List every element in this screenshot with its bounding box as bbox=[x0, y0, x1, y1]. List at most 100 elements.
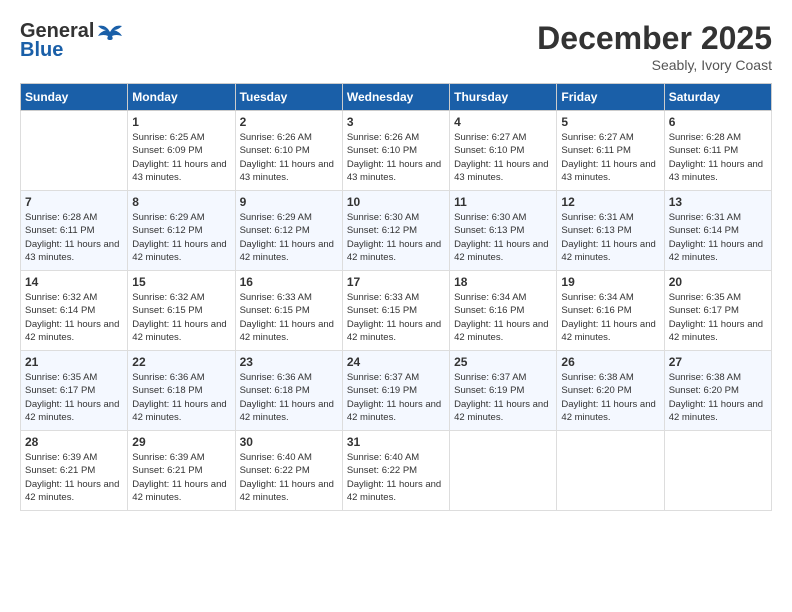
calendar-cell bbox=[557, 431, 664, 511]
weekday-header-saturday: Saturday bbox=[664, 84, 771, 111]
day-info: Sunrise: 6:32 AMSunset: 6:14 PMDaylight:… bbox=[25, 291, 123, 344]
day-number: 17 bbox=[347, 275, 445, 289]
calendar-cell: 6Sunrise: 6:28 AMSunset: 6:11 PMDaylight… bbox=[664, 111, 771, 191]
calendar-cell: 25Sunrise: 6:37 AMSunset: 6:19 PMDayligh… bbox=[450, 351, 557, 431]
day-info: Sunrise: 6:31 AMSunset: 6:13 PMDaylight:… bbox=[561, 211, 659, 264]
day-info: Sunrise: 6:35 AMSunset: 6:17 PMDaylight:… bbox=[669, 291, 767, 344]
calendar-header: SundayMondayTuesdayWednesdayThursdayFrid… bbox=[21, 84, 772, 111]
day-info: Sunrise: 6:31 AMSunset: 6:14 PMDaylight:… bbox=[669, 211, 767, 264]
day-info: Sunrise: 6:33 AMSunset: 6:15 PMDaylight:… bbox=[240, 291, 338, 344]
calendar-cell: 5 Sunrise: 6:27 AMSunset: 6:11 PMDaylight… bbox=[557, 111, 664, 191]
day-info: Sunrise: 6:28 AMSunset: 6:11 PMDaylight:… bbox=[25, 211, 123, 264]
calendar-cell: 12 Sunrise: 6:31 AMSunset: 6:13 PMDayligh… bbox=[557, 191, 664, 271]
day-number: 31 bbox=[347, 435, 445, 449]
calendar-cell: 16Sunrise: 6:33 AMSunset: 6:15 PMDayligh… bbox=[235, 271, 342, 351]
weekday-header-monday: Monday bbox=[128, 84, 235, 111]
weekday-header-row: SundayMondayTuesdayWednesdayThursdayFrid… bbox=[21, 84, 772, 111]
calendar-cell: 24Sunrise: 6:37 AMSunset: 6:19 PMDayligh… bbox=[342, 351, 449, 431]
weekday-header-tuesday: Tuesday bbox=[235, 84, 342, 111]
calendar-cell: 23 Sunrise: 6:36 AMSunset: 6:18 PMDayligh… bbox=[235, 351, 342, 431]
weekday-header-friday: Friday bbox=[557, 84, 664, 111]
calendar-cell bbox=[450, 431, 557, 511]
day-number: 21 bbox=[25, 355, 123, 369]
calendar-cell: 10 Sunrise: 6:30 AMSunset: 6:12 PMDayligh… bbox=[342, 191, 449, 271]
calendar-body: 1 Sunrise: 6:25 AMSunset: 6:09 PMDaylight… bbox=[21, 111, 772, 511]
day-info: Sunrise: 6:36 AMSunset: 6:18 PMDaylight:… bbox=[132, 371, 230, 424]
day-info: Sunrise: 6:27 AMSunset: 6:10 PMDaylight:… bbox=[454, 131, 552, 184]
day-number: 12 bbox=[561, 195, 659, 209]
day-info: Sunrise: 6:34 AMSunset: 6:16 PMDaylight:… bbox=[561, 291, 659, 344]
day-number: 29 bbox=[132, 435, 230, 449]
day-number: 5 bbox=[561, 115, 659, 129]
day-number: 25 bbox=[454, 355, 552, 369]
weekday-header-thursday: Thursday bbox=[450, 84, 557, 111]
calendar-week-row: 7 Sunrise: 6:28 AMSunset: 6:11 PMDaylight… bbox=[21, 191, 772, 271]
day-info: Sunrise: 6:26 AMSunset: 6:10 PMDaylight:… bbox=[347, 131, 445, 184]
calendar-cell: 21 Sunrise: 6:35 AMSunset: 6:17 PMDayligh… bbox=[21, 351, 128, 431]
day-info: Sunrise: 6:38 AMSunset: 6:20 PMDaylight:… bbox=[561, 371, 659, 424]
logo-bird-icon bbox=[96, 22, 124, 42]
day-number: 1 bbox=[132, 115, 230, 129]
day-number: 6 bbox=[669, 115, 767, 129]
day-info: Sunrise: 6:30 AMSunset: 6:12 PMDaylight:… bbox=[347, 211, 445, 264]
day-info: Sunrise: 6:27 AMSunset: 6:11 PMDaylight:… bbox=[561, 131, 659, 184]
day-info: Sunrise: 6:36 AMSunset: 6:18 PMDaylight:… bbox=[240, 371, 338, 424]
calendar-cell: 22 Sunrise: 6:36 AMSunset: 6:18 PMDayligh… bbox=[128, 351, 235, 431]
calendar-week-row: 1 Sunrise: 6:25 AMSunset: 6:09 PMDaylight… bbox=[21, 111, 772, 191]
day-number: 18 bbox=[454, 275, 552, 289]
day-number: 13 bbox=[669, 195, 767, 209]
day-info: Sunrise: 6:39 AMSunset: 6:21 PMDaylight:… bbox=[25, 451, 123, 504]
calendar-cell: 19 Sunrise: 6:34 AMSunset: 6:16 PMDayligh… bbox=[557, 271, 664, 351]
day-number: 26 bbox=[561, 355, 659, 369]
calendar-cell: 11Sunrise: 6:30 AMSunset: 6:13 PMDayligh… bbox=[450, 191, 557, 271]
day-info: Sunrise: 6:33 AMSunset: 6:15 PMDaylight:… bbox=[347, 291, 445, 344]
day-info: Sunrise: 6:34 AMSunset: 6:16 PMDaylight:… bbox=[454, 291, 552, 344]
calendar-cell: 20 Sunrise: 6:35 AMSunset: 6:17 PMDayligh… bbox=[664, 271, 771, 351]
day-info: Sunrise: 6:39 AMSunset: 6:21 PMDaylight:… bbox=[132, 451, 230, 504]
day-info: Sunrise: 6:40 AMSunset: 6:22 PMDaylight:… bbox=[347, 451, 445, 504]
day-number: 10 bbox=[347, 195, 445, 209]
calendar-cell bbox=[21, 111, 128, 191]
day-info: Sunrise: 6:30 AMSunset: 6:13 PMDaylight:… bbox=[454, 211, 552, 264]
day-info: Sunrise: 6:26 AMSunset: 6:10 PMDaylight:… bbox=[240, 131, 338, 184]
day-info: Sunrise: 6:35 AMSunset: 6:17 PMDaylight:… bbox=[25, 371, 123, 424]
page-header: General Blue December 2025 Seably, Ivory… bbox=[20, 20, 772, 73]
title-block: December 2025 Seably, Ivory Coast bbox=[537, 20, 772, 73]
day-info: Sunrise: 6:29 AMSunset: 6:12 PMDaylight:… bbox=[240, 211, 338, 264]
day-number: 7 bbox=[25, 195, 123, 209]
calendar-cell: 15Sunrise: 6:32 AMSunset: 6:15 PMDayligh… bbox=[128, 271, 235, 351]
weekday-header-wednesday: Wednesday bbox=[342, 84, 449, 111]
location-subtitle: Seably, Ivory Coast bbox=[537, 57, 772, 73]
calendar-cell: 4 Sunrise: 6:27 AMSunset: 6:10 PMDaylight… bbox=[450, 111, 557, 191]
calendar-cell: 9Sunrise: 6:29 AMSunset: 6:12 PMDaylight… bbox=[235, 191, 342, 271]
day-number: 19 bbox=[561, 275, 659, 289]
calendar-cell: 28Sunrise: 6:39 AMSunset: 6:21 PMDayligh… bbox=[21, 431, 128, 511]
day-number: 20 bbox=[669, 275, 767, 289]
calendar-week-row: 28Sunrise: 6:39 AMSunset: 6:21 PMDayligh… bbox=[21, 431, 772, 511]
calendar-cell: 2Sunrise: 6:26 AMSunset: 6:10 PMDaylight… bbox=[235, 111, 342, 191]
day-info: Sunrise: 6:25 AMSunset: 6:09 PMDaylight:… bbox=[132, 131, 230, 184]
day-number: 22 bbox=[132, 355, 230, 369]
day-number: 30 bbox=[240, 435, 338, 449]
day-info: Sunrise: 6:29 AMSunset: 6:12 PMDaylight:… bbox=[132, 211, 230, 264]
day-info: Sunrise: 6:32 AMSunset: 6:15 PMDaylight:… bbox=[132, 291, 230, 344]
calendar-cell: 27 Sunrise: 6:38 AMSunset: 6:20 PMDayligh… bbox=[664, 351, 771, 431]
calendar-week-row: 14Sunrise: 6:32 AMSunset: 6:14 PMDayligh… bbox=[21, 271, 772, 351]
calendar-cell: 26 Sunrise: 6:38 AMSunset: 6:20 PMDayligh… bbox=[557, 351, 664, 431]
day-number: 4 bbox=[454, 115, 552, 129]
day-number: 23 bbox=[240, 355, 338, 369]
day-number: 3 bbox=[347, 115, 445, 129]
calendar-cell: 17 Sunrise: 6:33 AMSunset: 6:15 PMDayligh… bbox=[342, 271, 449, 351]
day-number: 27 bbox=[669, 355, 767, 369]
calendar-cell: 14Sunrise: 6:32 AMSunset: 6:14 PMDayligh… bbox=[21, 271, 128, 351]
calendar-cell: 1 Sunrise: 6:25 AMSunset: 6:09 PMDaylight… bbox=[128, 111, 235, 191]
calendar-cell: 31 Sunrise: 6:40 AMSunset: 6:22 PMDayligh… bbox=[342, 431, 449, 511]
day-info: Sunrise: 6:38 AMSunset: 6:20 PMDaylight:… bbox=[669, 371, 767, 424]
calendar-cell: 13 Sunrise: 6:31 AMSunset: 6:14 PMDayligh… bbox=[664, 191, 771, 271]
day-number: 24 bbox=[347, 355, 445, 369]
calendar-cell bbox=[664, 431, 771, 511]
calendar-week-row: 21 Sunrise: 6:35 AMSunset: 6:17 PMDayligh… bbox=[21, 351, 772, 431]
month-title: December 2025 bbox=[537, 20, 772, 57]
calendar-cell: 29 Sunrise: 6:39 AMSunset: 6:21 PMDayligh… bbox=[128, 431, 235, 511]
calendar-cell: 3 Sunrise: 6:26 AMSunset: 6:10 PMDaylight… bbox=[342, 111, 449, 191]
